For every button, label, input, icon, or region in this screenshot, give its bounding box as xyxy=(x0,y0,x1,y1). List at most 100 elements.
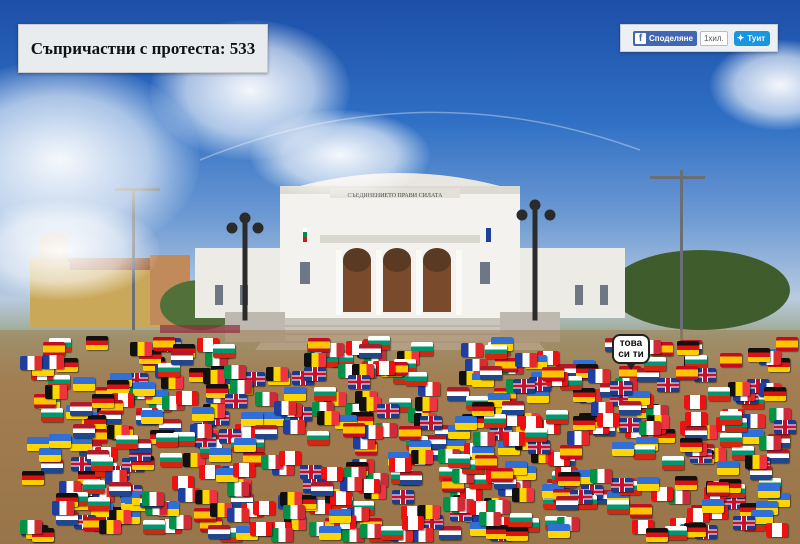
flag-ua xyxy=(757,484,780,499)
flag-bg xyxy=(708,386,731,401)
flag-it xyxy=(589,468,612,483)
flag-fr xyxy=(20,356,43,371)
flag-es xyxy=(343,422,366,437)
flag-bg xyxy=(40,408,63,422)
flag-ua xyxy=(192,407,215,422)
flag-uk xyxy=(392,489,415,504)
flag-fr xyxy=(52,501,75,516)
flag-ua xyxy=(329,508,352,523)
flag-be xyxy=(317,410,340,425)
flag-es xyxy=(542,367,565,382)
flag-fr xyxy=(460,342,483,357)
flag-de xyxy=(645,528,668,542)
flag-uk xyxy=(299,464,322,479)
flag-uk xyxy=(611,477,634,492)
flag-ua xyxy=(140,410,163,425)
flag-de xyxy=(505,527,528,542)
flag-ca xyxy=(502,432,525,447)
flag-ca xyxy=(250,521,273,536)
flag-uk xyxy=(733,515,756,530)
flag-de xyxy=(680,438,703,453)
flag-uk xyxy=(419,416,442,431)
flag-ua xyxy=(233,438,256,453)
flag-de xyxy=(107,380,130,394)
flag-bg xyxy=(142,520,165,535)
flag-ca xyxy=(330,490,353,505)
flag-bg xyxy=(632,445,655,460)
flag-ua xyxy=(49,433,72,448)
flag-ca xyxy=(596,413,619,428)
flag-ua xyxy=(208,448,231,463)
flag-nl xyxy=(254,425,277,440)
facebook-share-button[interactable]: f Споделяне xyxy=(633,30,697,46)
flag-fr xyxy=(42,354,65,369)
flag-bg xyxy=(87,496,110,511)
flag-nl xyxy=(170,351,193,366)
flag-it xyxy=(443,497,466,512)
flag-bg xyxy=(314,386,337,401)
flag-uk xyxy=(527,439,550,454)
flag-ua xyxy=(701,499,724,514)
flag-it xyxy=(271,528,294,542)
flag-be xyxy=(265,367,288,382)
flag-bg xyxy=(116,435,138,450)
flag-es xyxy=(307,338,330,353)
flag-ua xyxy=(716,461,739,476)
flag-es xyxy=(153,336,176,351)
flag-be xyxy=(512,487,535,502)
flag-de xyxy=(558,471,581,486)
bubble-line-2: си ти xyxy=(618,349,644,360)
flag-it xyxy=(226,482,249,496)
flag-es xyxy=(398,426,421,441)
flag-it xyxy=(20,519,43,534)
flag-be xyxy=(304,352,327,367)
flag-be xyxy=(414,397,437,412)
flag-it xyxy=(638,421,661,436)
flag-ca xyxy=(684,411,707,426)
flag-be xyxy=(727,382,750,397)
flag-uk xyxy=(773,420,796,435)
flag-es xyxy=(630,503,653,518)
flag-bg xyxy=(404,372,427,386)
flag-es xyxy=(675,365,698,380)
flag-fr xyxy=(567,431,590,446)
flag-be xyxy=(744,455,767,470)
flag-ca xyxy=(684,394,707,409)
flag-it xyxy=(359,524,382,539)
flag-ua xyxy=(241,411,264,426)
cloud xyxy=(250,110,430,200)
flag-ca xyxy=(253,501,276,516)
flag-bg xyxy=(485,345,508,360)
flag-be xyxy=(203,369,226,384)
flag-de xyxy=(573,415,596,430)
flag-nl xyxy=(767,448,790,463)
flag-es xyxy=(720,353,743,368)
facebook-f-icon: f xyxy=(635,32,646,44)
flag-nl xyxy=(399,470,422,485)
flag-ua xyxy=(455,415,478,430)
flag-nl xyxy=(618,400,641,415)
flag-nl xyxy=(208,525,231,540)
twitter-tweet-button[interactable]: ✦ Туит xyxy=(733,30,771,46)
flag-ca xyxy=(765,523,788,538)
flag-nl xyxy=(70,402,93,417)
flag-it xyxy=(168,514,191,529)
flag-ca xyxy=(389,458,412,473)
flag-es xyxy=(560,445,583,460)
flag-bg xyxy=(307,430,330,445)
flag-bg xyxy=(159,453,182,468)
flag-it xyxy=(479,512,502,527)
panorama-scene[interactable]: СЪЕДИНЕНИЕТО ПРАВИ СИЛАТА това си ти xyxy=(0,0,800,544)
flag-ua xyxy=(612,442,635,457)
flag-be xyxy=(160,375,183,390)
flag-fr xyxy=(514,353,537,368)
flag-bg xyxy=(213,344,236,359)
flag-de xyxy=(486,525,509,540)
flag-nl xyxy=(358,344,381,359)
flag-fr xyxy=(274,400,297,415)
flag-uk xyxy=(303,367,326,382)
flag-ca xyxy=(175,391,198,406)
flag-es xyxy=(491,468,514,483)
flag-ua xyxy=(73,377,96,391)
flag-de xyxy=(748,348,771,363)
